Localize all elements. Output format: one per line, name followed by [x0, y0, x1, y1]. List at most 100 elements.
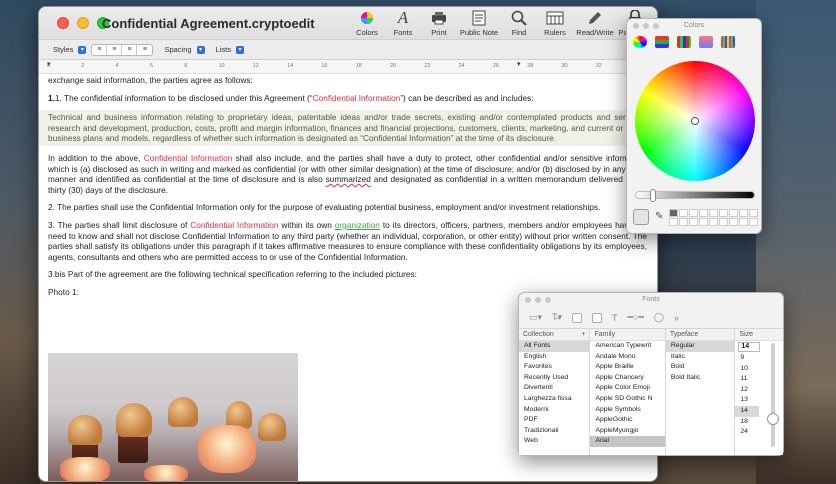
shadow-angle-dial[interactable]: ◯ [654, 312, 664, 323]
collection-item[interactable]: Divertenti [519, 383, 589, 394]
close-panel-button[interactable] [633, 23, 639, 29]
color-swatch[interactable] [729, 209, 738, 217]
document-color-well[interactable] [592, 312, 603, 323]
size-item[interactable]: 9 [735, 353, 759, 364]
color-swatches[interactable] [669, 209, 758, 226]
desktop-background-left [0, 0, 40, 484]
color-wheel[interactable] [635, 61, 755, 181]
color-swatch[interactable] [749, 218, 758, 226]
color-swatch[interactable] [709, 218, 718, 226]
text-color-well[interactable] [572, 312, 583, 323]
toolbar-find-button[interactable]: Find [503, 9, 535, 37]
strikethrough-menu-icon[interactable]: T̶▾ [552, 312, 562, 323]
family-item[interactable]: Apple Symbols [590, 405, 664, 416]
typeface-item[interactable]: Italic [666, 352, 734, 363]
align-center-button[interactable]: ≡ [107, 44, 123, 55]
color-wheel-tab[interactable] [633, 36, 647, 48]
color-swatch[interactable] [699, 218, 708, 226]
collection-item[interactable]: All Fonts [519, 341, 590, 352]
align-right-button[interactable]: ≡ [137, 45, 152, 55]
align-justify-button[interactable]: ≡ [122, 44, 138, 55]
size-item[interactable]: 14 [735, 405, 760, 417]
color-swatch[interactable] [679, 218, 688, 226]
pencils-tab[interactable] [721, 36, 735, 48]
typeface-item[interactable]: Bold Italic [666, 373, 734, 384]
spacing-dropdown-button[interactable]: ▾ [196, 45, 205, 54]
color-swatch[interactable] [719, 209, 728, 217]
shadow-toggle-icon[interactable]: T [612, 313, 618, 323]
size-item[interactable]: 18 [735, 417, 759, 428]
collection-item[interactable]: Larghezza fissa [519, 394, 589, 405]
current-color-swatch[interactable] [633, 209, 649, 225]
family-item[interactable]: Andale Mono [590, 352, 664, 363]
family-item[interactable]: AppleGothic [590, 415, 664, 426]
size-slider[interactable] [766, 343, 779, 447]
size-item[interactable]: 24 [735, 427, 759, 438]
minimize-panel-button[interactable] [535, 297, 541, 303]
paragraph-1: 1.1. The confidential information to be … [48, 92, 534, 103]
family-item[interactable]: Apple Braille [590, 362, 664, 373]
brightness-slider-knob[interactable] [650, 189, 656, 202]
minimize-panel-button[interactable] [643, 23, 649, 29]
size-item[interactable]: 11 [735, 374, 759, 385]
color-swatch[interactable] [699, 209, 708, 217]
toolbar-colors-button[interactable]: Colors [351, 9, 383, 37]
underline-menu-icon[interactable]: ▭▾ [529, 312, 542, 323]
size-item[interactable]: 13 [735, 395, 759, 406]
color-wheel-crosshair[interactable] [691, 117, 699, 125]
color-swatch[interactable] [679, 209, 688, 217]
expand-toolbar-icon[interactable]: » [674, 313, 679, 323]
eyedropper-icon[interactable]: ✎ [655, 211, 663, 222]
size-input[interactable]: 14 [738, 342, 761, 352]
color-swatch[interactable] [739, 218, 748, 226]
collection-item[interactable]: Tradizionali [519, 426, 589, 437]
color-swatch[interactable] [739, 209, 748, 217]
collection-item[interactable]: PDF [519, 415, 589, 426]
close-panel-button[interactable] [525, 297, 531, 303]
family-item[interactable]: Apple Color Emoji [590, 383, 664, 394]
family-item[interactable]: Apple Chancery [590, 373, 664, 384]
color-swatch[interactable] [689, 218, 698, 226]
align-left-button[interactable]: ≡ [92, 44, 108, 55]
add-collection-icon[interactable]: + [581, 331, 585, 338]
color-swatch[interactable] [729, 218, 738, 226]
color-swatch[interactable] [749, 209, 758, 217]
shadow-opacity-slider[interactable]: ━○━ [628, 312, 644, 323]
toolbar-print-button[interactable]: Print [423, 9, 455, 37]
family-item[interactable]: AppleMyungjo [590, 426, 664, 437]
collection-item[interactable]: Recently Used [519, 373, 589, 384]
collection-item[interactable]: Favorites [519, 362, 589, 373]
family-item[interactable]: Apple SD Gothic N [590, 394, 664, 405]
collection-item[interactable]: Moderni [519, 405, 589, 416]
zoom-panel-button[interactable] [545, 297, 551, 303]
toolbar-fonts-button[interactable]: A Fonts [387, 8, 419, 37]
color-sliders-tab[interactable] [655, 36, 669, 48]
typeface-item[interactable]: Bold [666, 362, 734, 373]
color-swatch[interactable] [689, 209, 698, 217]
ruler[interactable]: ▾ ▾ 0 2 4 6 8 10 12 14 16 18 20 22 24 26 28 30 32 [39, 60, 657, 74]
color-palettes-tab[interactable] [677, 36, 691, 48]
minimize-window-button[interactable] [77, 17, 89, 29]
styles-dropdown-button[interactable]: ▾ [78, 45, 87, 54]
color-swatch[interactable] [719, 218, 728, 226]
size-slider-knob[interactable] [766, 413, 779, 425]
close-window-button[interactable] [57, 17, 69, 29]
brightness-slider[interactable] [635, 189, 755, 202]
color-swatch[interactable] [709, 209, 718, 217]
typeface-item[interactable]: Regular [665, 341, 735, 352]
collection-item[interactable]: English [519, 352, 589, 363]
family-item[interactable]: American Typewrit [590, 341, 664, 352]
embedded-photo[interactable] [48, 353, 298, 481]
size-item[interactable]: 10 [735, 364, 759, 375]
color-swatch[interactable] [669, 218, 678, 226]
zoom-panel-button[interactable] [653, 23, 659, 29]
toolbar-rulers-button[interactable]: Rulers [539, 9, 571, 37]
color-swatch[interactable] [669, 209, 678, 217]
lists-dropdown-button[interactable]: ▾ [235, 45, 244, 54]
image-palettes-tab[interactable] [699, 36, 713, 48]
size-item[interactable]: 12 [735, 385, 759, 396]
family-item[interactable]: Arial [590, 436, 665, 447]
collection-item[interactable]: Web [519, 436, 589, 447]
toolbar-read-write-button[interactable]: Read/Write [575, 9, 615, 37]
toolbar-public-note-button[interactable]: Public Note [459, 9, 499, 37]
